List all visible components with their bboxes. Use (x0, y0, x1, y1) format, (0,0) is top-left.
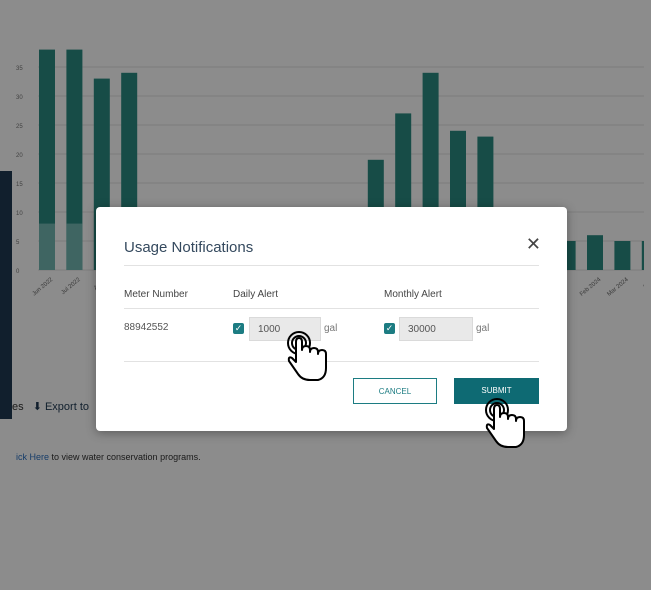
header-monthly-alert: Monthly Alert (384, 289, 442, 300)
hand-pointer-icon (485, 398, 525, 448)
divider (124, 265, 539, 266)
header-daily-alert: Daily Alert (233, 289, 279, 300)
close-icon[interactable]: ✕ (526, 235, 541, 253)
monthly-alert-input[interactable]: 30000 (399, 317, 473, 341)
dialog-title: Usage Notifications (124, 239, 254, 256)
monthly-alert-checkbox[interactable]: ✓ (384, 323, 395, 334)
hand-pointer-icon (287, 331, 327, 381)
divider (124, 308, 539, 309)
divider (124, 361, 539, 362)
monthly-unit: gal (476, 323, 490, 334)
cancel-button[interactable]: CANCEL (353, 378, 437, 404)
daily-alert-checkbox[interactable]: ✓ (233, 323, 244, 334)
header-meter-number: Meter Number (124, 289, 188, 300)
meter-number: 88942552 (124, 322, 169, 333)
